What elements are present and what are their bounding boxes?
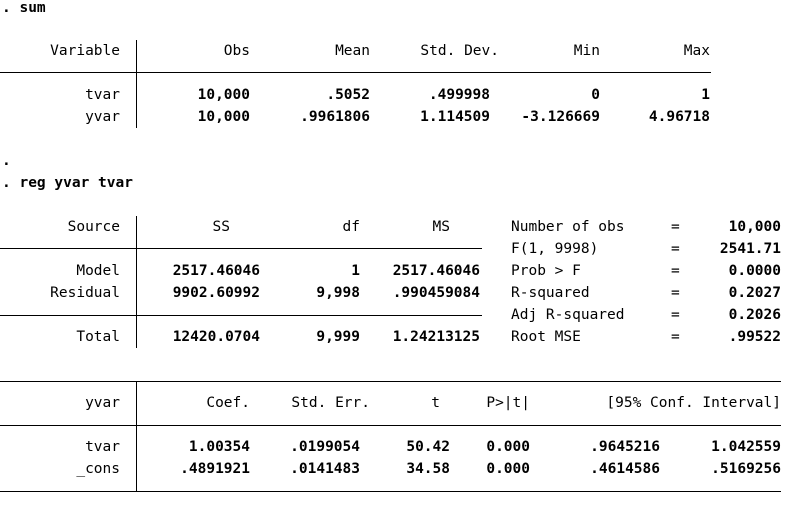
sum-header-min: Min (573, 43, 600, 59)
stat-eq-rmse: = (671, 329, 680, 345)
sum-row-yvar-min: -3.126669 (521, 109, 600, 125)
sum-header-obs: Obs (223, 43, 250, 59)
sum-row-tvar-label: tvar (85, 87, 120, 103)
anova-vertical-divider (136, 216, 137, 348)
coef-row-tvar-label: tvar (85, 439, 120, 455)
coef-row-cons-t: 34.58 (406, 461, 450, 477)
coef-header-p: P>|t| (486, 395, 530, 411)
coef-header-stderr: Std. Err. (291, 395, 370, 411)
dot-line: . (2, 153, 11, 169)
anova-row-total-ss: 12420.0704 (172, 329, 260, 345)
stat-label-adjr2: Adj R-squared (511, 307, 625, 323)
coef-header-depvar: yvar (85, 395, 120, 411)
coef-row-tvar-stderr: .0199054 (290, 439, 360, 455)
stat-value-r2: 0.2027 (728, 285, 781, 301)
sum-command: . sum (2, 0, 46, 16)
coef-row-cons-stderr: .0141483 (290, 461, 360, 477)
sum-row-tvar-max: 1 (701, 87, 710, 103)
sum-header-stddev: Std. Dev. (420, 43, 499, 59)
sum-header-mean: Mean (335, 43, 370, 59)
anova-row-model-df: 1 (351, 263, 360, 279)
anova-row-residual-ms: .990459084 (392, 285, 480, 301)
sum-header-max: Max (683, 43, 710, 59)
stat-value-nobs: 10,000 (728, 219, 781, 235)
stat-value-rmse: .99522 (728, 329, 781, 345)
sum-row-yvar-stddev: 1.114509 (420, 109, 490, 125)
anova-header-ss: SS (212, 219, 230, 235)
coef-row-tvar-ci-low: .9645216 (590, 439, 660, 455)
coef-row-tvar-t: 50.42 (406, 439, 450, 455)
coef-header-coef: Coef. (206, 395, 250, 411)
sum-row-yvar-label: yvar (85, 109, 120, 125)
anova-header-source: Source (67, 219, 120, 235)
anova-row-total-df: 9,999 (316, 329, 360, 345)
anova-row-model-label: Model (76, 263, 120, 279)
sum-row-yvar-mean: .9961806 (300, 109, 370, 125)
sum-vertical-divider (136, 40, 137, 128)
stat-eq-probf: = (671, 263, 680, 279)
anova-row-residual-df: 9,998 (316, 285, 360, 301)
anova-header-ms: MS (432, 219, 450, 235)
stat-label-rmse: Root MSE (511, 329, 581, 345)
coef-row-tvar-p: 0.000 (486, 439, 530, 455)
sum-row-yvar-obs: 10,000 (197, 109, 250, 125)
reg-command: . reg yvar tvar (2, 175, 133, 191)
coef-row-cons-coef: .4891921 (180, 461, 250, 477)
anova-header-df: df (342, 219, 360, 235)
sum-row-yvar-max: 4.96718 (648, 109, 710, 125)
anova-header-divider (0, 248, 482, 249)
anova-row-model-ms: 2517.46046 (392, 263, 480, 279)
anova-total-divider (0, 315, 482, 316)
sum-row-tvar-min: 0 (591, 87, 600, 103)
sum-header-divider (0, 72, 711, 73)
stat-label-r2: R-squared (511, 285, 590, 301)
stat-label-f: F(1, 9998) (511, 241, 599, 257)
sum-row-tvar-obs: 10,000 (197, 87, 250, 103)
stat-eq-f: = (671, 241, 680, 257)
coef-bottom-divider (0, 491, 781, 492)
coef-header-ci: [95% Conf. Interval] (606, 395, 781, 411)
coef-row-cons-ci-high: .5169256 (711, 461, 781, 477)
stat-value-adjr2: 0.2026 (728, 307, 781, 323)
anova-row-total-ms: 1.24213125 (392, 329, 480, 345)
coef-header-t: t (431, 395, 440, 411)
coef-row-cons-ci-low: .4614586 (590, 461, 660, 477)
anova-row-model-ss: 2517.46046 (172, 263, 260, 279)
sum-header-variable: Variable (50, 43, 120, 59)
coef-row-tvar-coef: 1.00354 (188, 439, 250, 455)
stat-eq-r2: = (671, 285, 680, 301)
anova-row-residual-ss: 9902.60992 (172, 285, 260, 301)
sum-row-tvar-stddev: .499998 (428, 87, 490, 103)
stat-value-probf: 0.0000 (728, 263, 781, 279)
stat-eq-nobs: = (671, 219, 680, 235)
coef-top-divider (0, 381, 781, 382)
stat-label-nobs: Number of obs (511, 219, 625, 235)
stat-value-f: 2541.71 (719, 241, 781, 257)
coef-vertical-divider (136, 381, 137, 491)
stat-eq-adjr2: = (671, 307, 680, 323)
anova-row-residual-label: Residual (50, 285, 120, 301)
anova-row-total-label: Total (76, 329, 120, 345)
coef-row-cons-p: 0.000 (486, 461, 530, 477)
stat-label-probf: Prob > F (511, 263, 581, 279)
coef-row-tvar-ci-high: 1.042559 (711, 439, 781, 455)
sum-row-tvar-mean: .5052 (326, 87, 370, 103)
coef-row-cons-label: _cons (76, 461, 120, 477)
coef-header-divider (0, 425, 781, 426)
